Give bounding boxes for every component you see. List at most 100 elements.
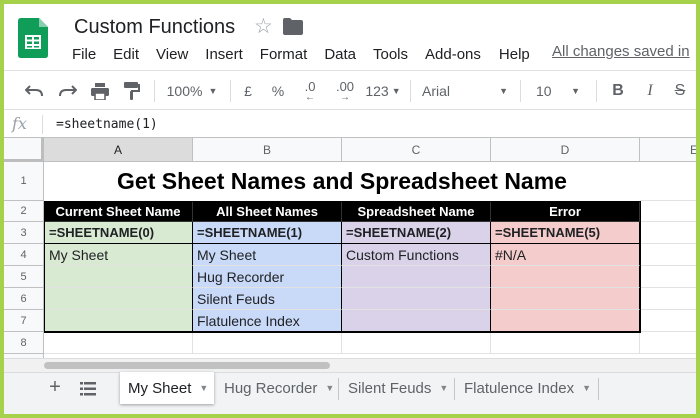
menu-addons[interactable]: Add-ons bbox=[425, 46, 481, 66]
cell-e4[interactable] bbox=[640, 244, 696, 266]
font-size-select[interactable]: 10 ▼ bbox=[532, 71, 584, 111]
decrease-decimal-button[interactable]: .0 ← bbox=[296, 71, 324, 111]
cell-a4[interactable]: My Sheet bbox=[44, 244, 193, 266]
font-family-select[interactable]: Arial ▼ bbox=[418, 71, 512, 111]
menu-help[interactable]: Help bbox=[499, 46, 530, 66]
document-title[interactable]: Custom Functions bbox=[74, 16, 235, 39]
strikethrough-label: S bbox=[674, 82, 686, 99]
title-cell[interactable]: Get Sheet Names and Spreadsheet Name bbox=[44, 162, 640, 201]
toolbar-separator bbox=[520, 80, 521, 102]
cell-e6[interactable] bbox=[640, 288, 696, 310]
add-sheet-button[interactable]: + bbox=[44, 376, 66, 399]
sheet-tab-silent-feuds[interactable]: Silent Feuds ▼ bbox=[340, 372, 452, 404]
cell-d4[interactable]: #N/A bbox=[491, 244, 640, 266]
undo-button[interactable] bbox=[20, 71, 48, 111]
menu-file[interactable]: File bbox=[72, 46, 96, 66]
chevron-down-icon[interactable]: ▼ bbox=[199, 383, 208, 393]
cell-a3[interactable]: =SHEETNAME(0) bbox=[44, 222, 193, 244]
cell-c6[interactable] bbox=[342, 288, 491, 310]
menu-format[interactable]: Format bbox=[260, 46, 308, 66]
cell-a8[interactable] bbox=[44, 332, 193, 354]
column-header-c[interactable]: C bbox=[342, 138, 491, 162]
percent-format-button[interactable]: % bbox=[266, 71, 290, 111]
google-sheets-logo-icon[interactable] bbox=[18, 18, 48, 58]
cell-e2[interactable] bbox=[640, 201, 696, 222]
cell-c5[interactable] bbox=[342, 266, 491, 288]
column-header-e[interactable]: E bbox=[640, 138, 696, 162]
sheet-tab-hug-recorder[interactable]: Hug Recorder ▼ bbox=[216, 372, 336, 404]
save-status-link[interactable]: All changes saved in bbox=[552, 43, 690, 60]
cell-e8[interactable] bbox=[640, 332, 696, 354]
row-header-2[interactable]: 2 bbox=[4, 201, 44, 222]
cell-e7[interactable] bbox=[640, 310, 696, 332]
folder-icon[interactable] bbox=[283, 18, 303, 35]
cell-d3[interactable]: =SHEETNAME(5) bbox=[491, 222, 640, 244]
cell-c3[interactable]: =SHEETNAME(2) bbox=[342, 222, 491, 244]
paint-format-button[interactable] bbox=[118, 71, 146, 111]
sheet-tab-flatulence-index[interactable]: Flatulence Index ▼ bbox=[456, 372, 596, 404]
column-header-a[interactable]: A bbox=[44, 138, 193, 162]
formula-input[interactable]: =sheetname(1) bbox=[56, 117, 158, 132]
row-header-8[interactable]: 8 bbox=[4, 332, 44, 354]
toolbar-separator bbox=[154, 80, 155, 102]
cell-b8[interactable] bbox=[193, 332, 342, 354]
strikethrough-button[interactable]: S bbox=[668, 71, 692, 111]
header-cell-spreadsheet-name[interactable]: Spreadsheet Name bbox=[342, 201, 491, 222]
row-header-1[interactable]: 1 bbox=[4, 162, 44, 201]
chevron-down-icon[interactable]: ▼ bbox=[582, 383, 591, 393]
menu-data[interactable]: Data bbox=[324, 46, 356, 66]
menu-tools[interactable]: Tools bbox=[373, 46, 408, 66]
column-header-d[interactable]: D bbox=[491, 138, 640, 162]
cell-c8[interactable] bbox=[342, 332, 491, 354]
cell-b5[interactable]: Hug Recorder bbox=[193, 266, 342, 288]
cell-c4[interactable]: Custom Functions bbox=[342, 244, 491, 266]
cell-e5[interactable] bbox=[640, 266, 696, 288]
print-button[interactable] bbox=[86, 71, 114, 111]
zoom-select[interactable]: 100% ▼ bbox=[162, 71, 222, 111]
chevron-down-icon[interactable]: ▼ bbox=[325, 383, 334, 393]
star-icon[interactable]: ☆ bbox=[254, 14, 273, 39]
cell-c7[interactable] bbox=[342, 310, 491, 332]
cell-e1[interactable] bbox=[640, 162, 696, 201]
increase-decimal-button[interactable]: .00 → bbox=[330, 71, 360, 111]
row-header-7[interactable]: 7 bbox=[4, 310, 44, 332]
italic-label: I bbox=[647, 82, 653, 99]
menu-edit[interactable]: Edit bbox=[113, 46, 139, 66]
header-cell-error[interactable]: Error bbox=[491, 201, 640, 222]
horizontal-scrollbar-thumb[interactable] bbox=[44, 362, 330, 369]
zoom-value: 100% bbox=[166, 83, 203, 99]
cell-b3[interactable]: =SHEETNAME(1) bbox=[193, 222, 342, 244]
header-cell-current-sheet-name[interactable]: Current Sheet Name bbox=[44, 201, 193, 222]
cell-b6[interactable]: Silent Feuds bbox=[193, 288, 342, 310]
chevron-down-icon: ▼ bbox=[571, 86, 580, 96]
chevron-down-icon[interactable]: ▼ bbox=[439, 383, 448, 393]
all-sheets-menu-icon[interactable] bbox=[80, 382, 96, 396]
tab-divider bbox=[598, 378, 599, 400]
more-formats-select[interactable]: 123 ▼ bbox=[362, 71, 404, 111]
menu-insert[interactable]: Insert bbox=[205, 46, 243, 66]
cell-d6[interactable] bbox=[491, 288, 640, 310]
cell-b7[interactable]: Flatulence Index bbox=[193, 310, 342, 332]
menu-view[interactable]: View bbox=[156, 46, 188, 66]
select-all-corner[interactable] bbox=[4, 138, 44, 162]
cell-e3[interactable] bbox=[640, 222, 696, 244]
cell-d5[interactable] bbox=[491, 266, 640, 288]
bold-button[interactable]: B bbox=[606, 71, 630, 111]
currency-format-button[interactable]: £ bbox=[236, 71, 260, 111]
header-cell-all-sheet-names[interactable]: All Sheet Names bbox=[193, 201, 342, 222]
row-header-3[interactable]: 3 bbox=[4, 222, 44, 244]
cell-b4[interactable]: My Sheet bbox=[193, 244, 342, 266]
row-header-5[interactable]: 5 bbox=[4, 266, 44, 288]
redo-button[interactable] bbox=[54, 71, 82, 111]
cell-d7[interactable] bbox=[491, 310, 640, 332]
sheet-tab-my-sheet[interactable]: My Sheet ▼ bbox=[120, 372, 214, 404]
italic-button[interactable]: I bbox=[638, 71, 662, 111]
column-header-b[interactable]: B bbox=[193, 138, 342, 162]
row-header-4[interactable]: 4 bbox=[4, 244, 44, 266]
row-header-6[interactable]: 6 bbox=[4, 288, 44, 310]
cell-a5[interactable] bbox=[44, 266, 193, 288]
paint-format-icon bbox=[124, 82, 140, 100]
cell-a7[interactable] bbox=[44, 310, 193, 332]
cell-a6[interactable] bbox=[44, 288, 193, 310]
cell-d8[interactable] bbox=[491, 332, 640, 354]
